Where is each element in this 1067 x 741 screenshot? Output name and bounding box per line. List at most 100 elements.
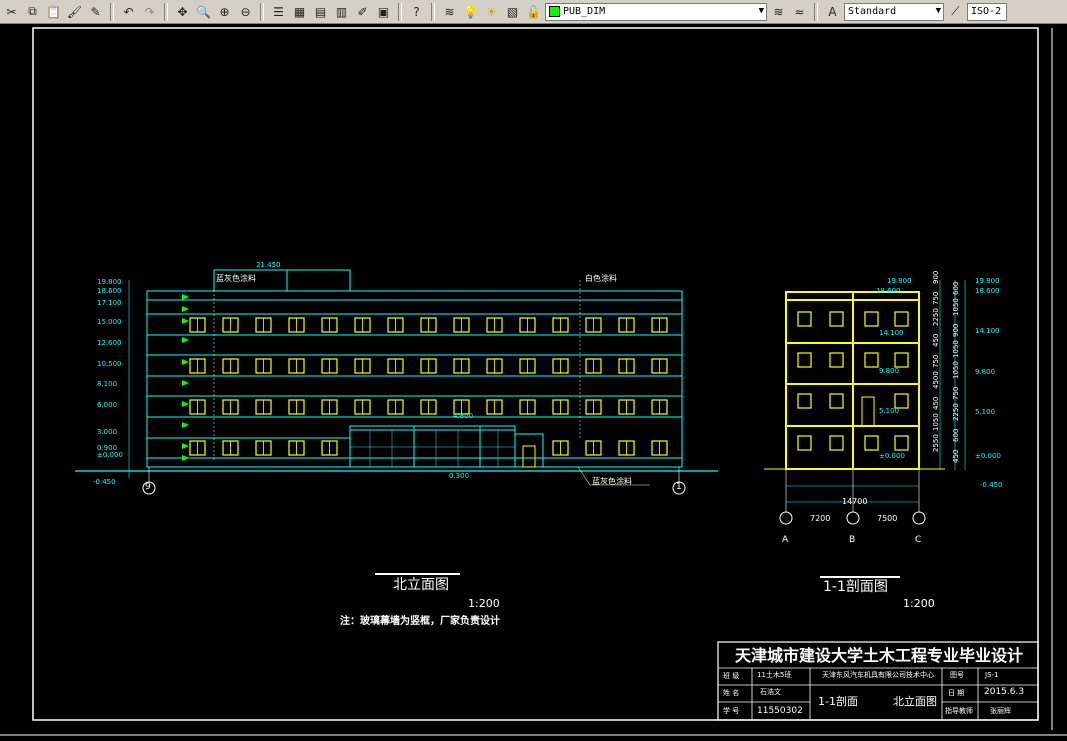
section-door <box>861 396 875 427</box>
section-window <box>864 435 879 451</box>
pan-icon[interactable]: ✥ <box>173 2 192 21</box>
section-level-right-7: -0.450 <box>980 481 1003 489</box>
help-icon[interactable]: ? <box>407 2 426 21</box>
section-dim-label: 4500 <box>932 371 940 389</box>
chevron-down-icon: ▼ <box>758 5 764 16</box>
axis-label-9: 9 <box>145 482 151 492</box>
level-marker <box>182 337 189 343</box>
class-label: 班 级 <box>723 672 740 680</box>
elevation-level-label: 8.100 <box>97 380 118 388</box>
name-value: 石浩文 <box>760 688 781 696</box>
elevation-scale: 1:200 <box>468 597 500 610</box>
project-name: 天津东风汽车机具有限公司技术中心 <box>822 671 934 679</box>
section-total-width: 14700 <box>842 497 868 506</box>
calculator-icon[interactable]: ▣ <box>374 2 393 21</box>
level-marker <box>182 455 189 461</box>
layer-previous-icon[interactable]: ≈ <box>790 2 809 21</box>
section-dim-label: 750 <box>952 386 960 400</box>
elevation-level-label: 18.600 <box>97 287 122 295</box>
section-dim-label: 900 <box>932 270 940 284</box>
entrance-door <box>522 445 536 468</box>
layer-viewport-icon: ▧ <box>506 4 519 19</box>
redo-icon[interactable]: ↷ <box>140 2 159 21</box>
section-axis-a: A <box>782 535 789 545</box>
undo-icon[interactable]: ↶ <box>119 2 138 21</box>
section-inner-level-3: 5.100 <box>879 407 900 415</box>
section-dim-label: 450 <box>932 396 940 410</box>
layer-manager-icon[interactable]: ≋ <box>440 2 459 21</box>
axis-bubble-a <box>779 511 793 525</box>
section-level-left-2: 18.600 <box>876 287 901 295</box>
make-current-layer-icon[interactable]: ≋ <box>769 2 788 21</box>
block-editor-icon[interactable]: ✎ <box>86 2 105 21</box>
text-style-icon[interactable]: A <box>823 2 842 21</box>
elevation-title: 北立面图 <box>393 577 449 593</box>
layer-freeze-icon: ☀ <box>486 4 497 19</box>
toolbar-separator <box>260 2 264 21</box>
section-window <box>894 435 909 451</box>
toolbar-separator <box>431 2 435 21</box>
axis-label-1: 1 <box>676 482 682 492</box>
date-label: 日 期 <box>948 689 965 697</box>
elevation-level-label: 6.000 <box>97 401 118 409</box>
cut-icon[interactable]: ✂ <box>2 2 21 21</box>
drawing-canvas[interactable]: 21.450 蓝灰色涂料 白色涂料 4.800 0.300 蓝灰色涂料 9 1 … <box>0 24 1067 741</box>
toolbar-separator <box>398 2 402 21</box>
section-level-right-5: 5.100 <box>975 408 996 416</box>
properties-icon[interactable]: ☰ <box>269 2 288 21</box>
material-label-bottom: 蓝灰色涂料 <box>592 477 632 486</box>
section-dim-label: 1050 <box>952 339 960 358</box>
drawing-name-section: 1-1剖面 <box>818 695 858 708</box>
section-window <box>829 435 844 451</box>
section-axis-b: B <box>849 535 856 545</box>
section-window <box>829 393 844 409</box>
section-window <box>864 311 879 327</box>
dim-style-icon[interactable]: ⟋ <box>946 2 965 21</box>
sheet-set-icon[interactable]: ▥ <box>332 2 351 21</box>
section-inner-level-4: ±0.000 <box>879 452 905 460</box>
entrance-canopy <box>514 433 544 468</box>
material-label-top-left: 蓝灰色涂料 <box>216 274 256 283</box>
elevation-level-label: 15.000 <box>97 318 122 326</box>
elevation-level-label: 10.500 <box>97 360 122 368</box>
section-dim-label: 2250 <box>932 308 940 326</box>
title-block-heading: 天津城市建设大学土木工程专业毕业设计 <box>735 646 1024 665</box>
layer-dropdown[interactable]: PUB_DIM ▼ <box>545 2 767 21</box>
paste-icon[interactable]: 📋 <box>44 2 63 21</box>
level-marker <box>182 359 189 365</box>
roof-level-label: 21.450 <box>256 261 281 269</box>
section-window <box>829 311 844 327</box>
zoom-window-icon[interactable]: ⊕ <box>215 2 234 21</box>
drawing-name-elevation: 北立面图 <box>893 695 937 708</box>
axis-bubble-c <box>912 511 926 525</box>
section-dim-label: 450 <box>952 449 960 463</box>
markup-icon[interactable]: ✐ <box>353 2 372 21</box>
material-label-top-right: 白色涂料 <box>585 274 617 283</box>
class-value: 11土木5班 <box>757 671 792 679</box>
section-window <box>797 393 812 409</box>
level-marker <box>182 294 189 300</box>
design-center-icon[interactable]: ▦ <box>290 2 309 21</box>
tool-palettes-icon[interactable]: ▤ <box>311 2 330 21</box>
level-marker <box>182 401 189 407</box>
toolbar-separator <box>814 2 818 21</box>
level-marker <box>182 422 189 428</box>
elevation-level-label: 3.000 <box>97 428 118 436</box>
section-dim-label: 600 <box>952 281 960 295</box>
level-marker <box>182 318 189 324</box>
elevation-level-label: 19.800 <box>97 278 122 286</box>
section-axis-c: C <box>915 535 922 545</box>
zoom-realtime-icon[interactable]: 🔍 <box>194 2 213 21</box>
section-bay-width-bc: 7500 <box>877 514 898 523</box>
id-value: 11550302 <box>757 706 803 716</box>
zoom-previous-icon[interactable]: ⊖ <box>236 2 255 21</box>
section-window <box>894 393 909 409</box>
section-level-right-4: 9.800 <box>975 368 996 376</box>
match-properties-icon[interactable]: 🖌 <box>65 2 84 21</box>
section-window <box>797 311 812 327</box>
dim-style-dropdown[interactable]: ISO-2 <box>967 2 1007 21</box>
copy-icon[interactable]: ⧉ <box>23 2 42 21</box>
text-style-dropdown[interactable]: Standard ▼ <box>844 2 944 21</box>
section-dim-label: 1050 <box>932 413 940 431</box>
canopy-level-label: 4.800 <box>453 412 474 420</box>
